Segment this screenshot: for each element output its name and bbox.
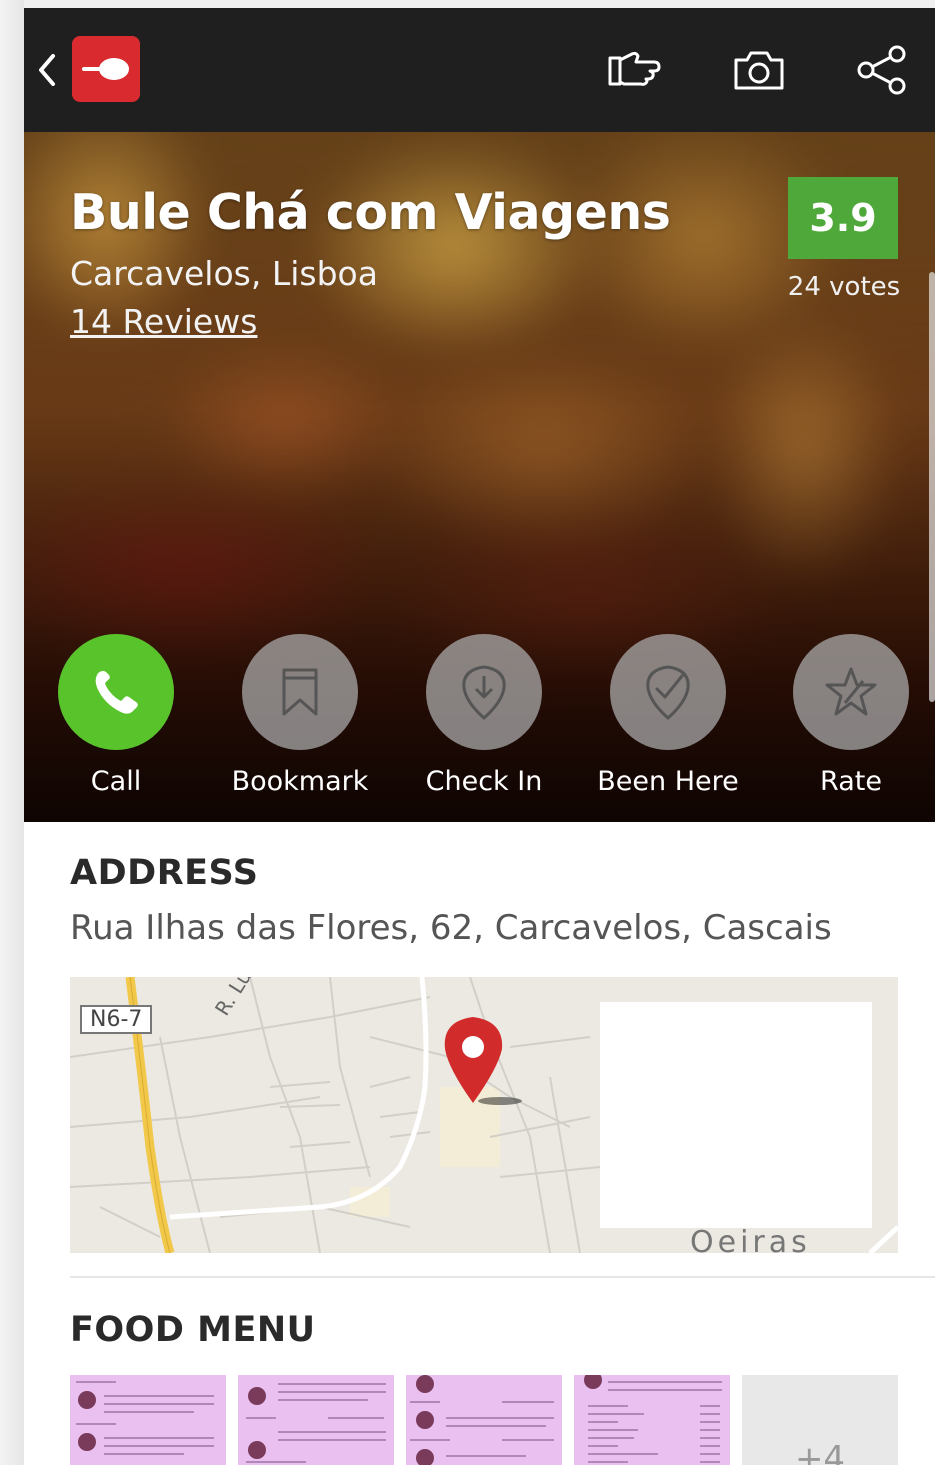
bookmark-button[interactable]: Bookmark — [225, 634, 375, 804]
been-here-label: Been Here — [597, 766, 739, 797]
restaurant-location: Carcavelos, Lisboa — [70, 254, 378, 293]
back-button[interactable] — [32, 46, 62, 94]
share-icon — [857, 45, 906, 95]
scrollbar[interactable] — [929, 272, 935, 702]
bookmark-label: Bookmark — [231, 766, 369, 797]
town-label: Oeiras — [690, 1225, 811, 1253]
map-info-panel — [600, 1002, 872, 1228]
checkin-hand-button[interactable] — [606, 44, 662, 96]
hand-pointer-icon — [608, 51, 661, 86]
more-count: +4 — [794, 1439, 846, 1465]
address-heading: ADDRESS — [70, 853, 259, 893]
menu-thumbnail[interactable] — [238, 1375, 394, 1465]
menu-thumbnail[interactable] — [406, 1375, 562, 1465]
camera-icon — [734, 51, 784, 90]
spoon-icon — [82, 58, 129, 80]
check-in-icon — [462, 665, 506, 720]
check-in-label: Check In — [425, 766, 543, 797]
app-logo[interactable] — [72, 36, 140, 102]
location-pin-icon[interactable] — [440, 1013, 530, 1113]
menu-thumbnail[interactable] — [574, 1375, 730, 1465]
hero-banner: Bule Chá com Viagens Carcavelos, Lisboa … — [24, 132, 935, 822]
call-button[interactable]: Call — [41, 634, 191, 804]
call-label: Call — [90, 766, 142, 797]
map-view[interactable]: N6-7 R. Lus Oeiras — [70, 977, 898, 1253]
road-label: N6-7 — [80, 1005, 153, 1034]
check-in-button[interactable]: Check In — [409, 634, 559, 804]
been-here-button[interactable]: Been Here — [593, 634, 743, 804]
restaurant-page: Bule Chá com Viagens Carcavelos, Lisboa … — [24, 8, 935, 1465]
more-menu-button[interactable]: +4 — [742, 1375, 898, 1465]
star-icon — [825, 667, 877, 716]
address-text[interactable]: Rua Ilhas das Flores, 62, Carcavelos, Ca… — [70, 908, 832, 948]
left-edge — [0, 0, 24, 1465]
share-button[interactable] — [854, 44, 910, 96]
rate-button[interactable]: Rate — [776, 634, 926, 804]
section-divider — [70, 1276, 935, 1278]
top-edge — [0, 0, 935, 8]
reviews-link[interactable]: 14 Reviews — [70, 302, 257, 341]
bookmark-icon — [282, 668, 318, 716]
rating-badge[interactable]: 3.9 — [788, 177, 898, 259]
votes-count: 24 votes — [787, 272, 901, 302]
top-bar — [24, 8, 935, 132]
camera-button[interactable] — [731, 44, 787, 96]
food-menu-heading: FOOD MENU — [70, 1310, 316, 1350]
restaurant-name: Bule Chá com Viagens — [70, 184, 671, 241]
rate-label: Rate — [820, 766, 882, 797]
chevron-left-icon — [39, 54, 55, 86]
phone-icon — [95, 671, 138, 714]
menu-thumbnail[interactable] — [70, 1375, 226, 1465]
check-badge-icon — [646, 665, 690, 720]
